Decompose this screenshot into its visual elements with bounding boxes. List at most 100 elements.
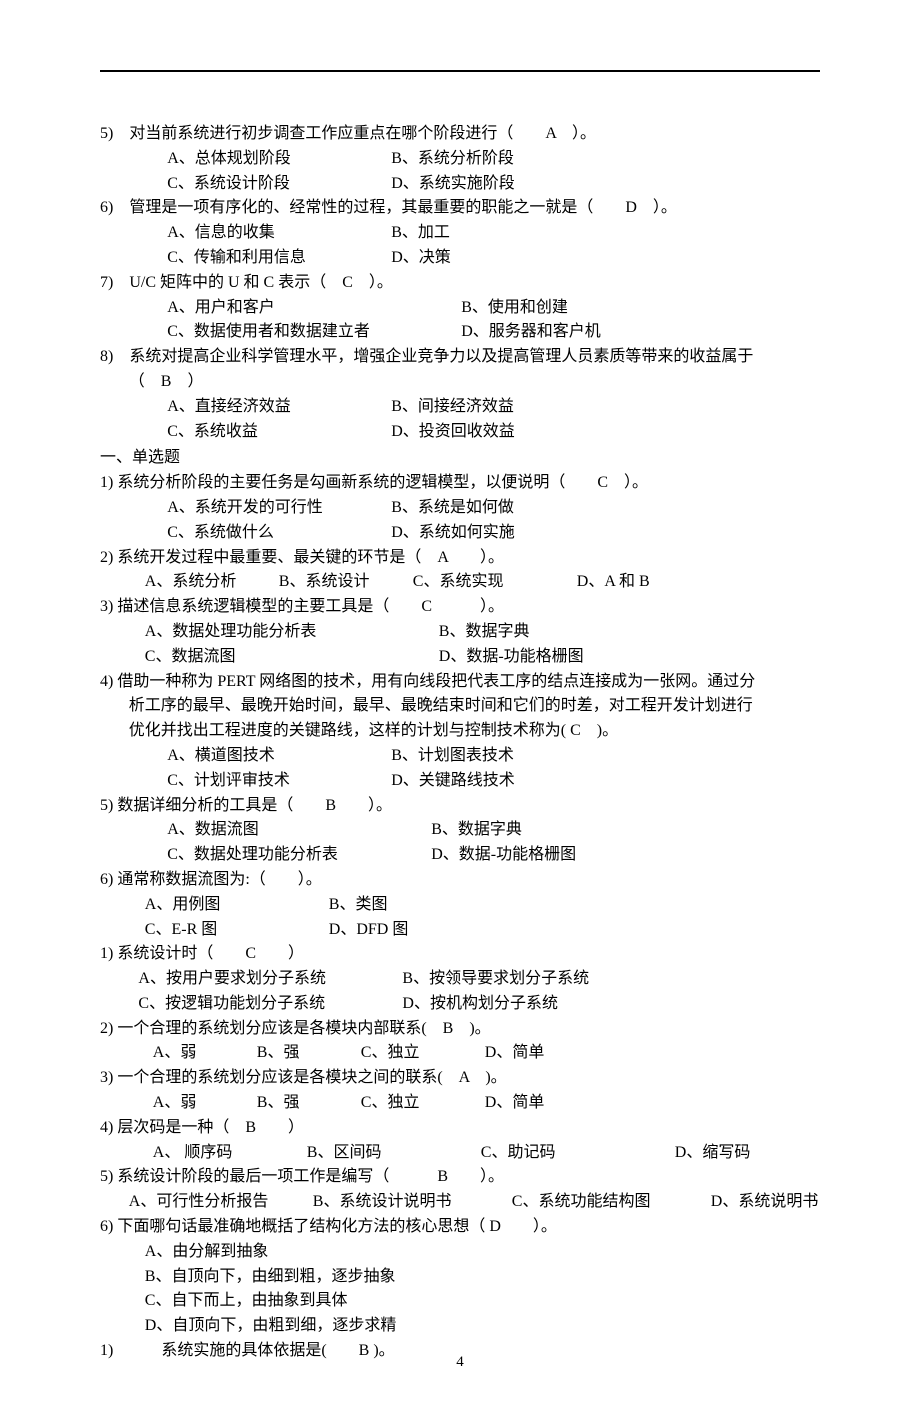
- option-row: A、系统开发的可行性 B、系统是如何做: [100, 496, 820, 521]
- question: 2) 系统开发过程中最重要、最关键的环节是（ A ）。: [100, 546, 820, 571]
- opt-c: C、自下而上，由抽象到具体: [145, 1292, 348, 1309]
- option-row: C、按逻辑功能划分子系统 D、按机构划分子系统: [100, 992, 820, 1017]
- question: 5) 系统设计阶段的最后一项工作是编写（ B ）。: [100, 1165, 820, 1190]
- opt-d: D、关键路线技术: [391, 772, 515, 789]
- option-row: A、信息的收集 B、加工: [100, 221, 820, 246]
- opt-b: B、自顶向下，由细到粗，逐步抽象: [145, 1268, 396, 1285]
- opt-d: D、系统说明书: [711, 1193, 819, 1210]
- opt-a: A、按用户要求划分子系统: [138, 967, 398, 992]
- opt-a: A、信息的收集: [167, 221, 387, 246]
- opt-d: D、系统如何实施: [391, 524, 515, 541]
- question: 3) 描述信息系统逻辑模型的主要工具是（ C ）。: [100, 595, 820, 620]
- option-row: D、自顶向下，由粗到细，逐步求精: [100, 1314, 820, 1339]
- opt-a: A、由分解到抽象: [145, 1243, 269, 1260]
- opt-b: B、系统分析阶段: [391, 150, 514, 167]
- option-row: C、数据处理功能分析表 D、数据-功能格栅图: [100, 843, 820, 868]
- option-row: A、按用户要求划分子系统 B、按领导要求划分子系统: [100, 967, 820, 992]
- page-number: 4: [0, 1351, 920, 1374]
- option-row: C、传输和利用信息 D、决策: [100, 246, 820, 271]
- opt-c: C、传输和利用信息: [167, 246, 387, 271]
- top-rule: [100, 70, 820, 72]
- opt-a: A、总体规划阶段: [167, 147, 387, 172]
- option-row: A、数据流图 B、数据字典: [100, 818, 820, 843]
- opt-a: A、直接经济效益: [167, 395, 387, 420]
- option-row: A、由分解到抽象: [100, 1240, 820, 1265]
- opt-c: C、系统实现: [413, 570, 573, 595]
- opt-b: B、数据字典: [431, 821, 522, 838]
- opt-b: B、间接经济效益: [391, 398, 514, 415]
- option-row: A、用户和客户 B、使用和创建: [100, 296, 820, 321]
- opt-a: A、系统分析: [145, 570, 275, 595]
- opt-c: C、E-R 图: [145, 918, 325, 943]
- opt-a: A、系统开发的可行性: [167, 496, 387, 521]
- opt-a: A、弱: [153, 1041, 253, 1066]
- option-row: A、 顺序码 B、区间码 C、助记码 D、缩写码: [100, 1141, 820, 1166]
- opt-d: D、数据-功能格栅图: [431, 846, 576, 863]
- opt-a: A、弱: [153, 1091, 253, 1116]
- option-row: C、计划评审技术 D、关键路线技术: [100, 769, 820, 794]
- question: 5) 对当前系统进行初步调查工作应重点在哪个阶段进行（ A ）。: [100, 122, 820, 147]
- option-row: A、弱 B、强 C、独立 D、简单: [100, 1091, 820, 1116]
- opt-c: C、系统收益: [167, 420, 387, 445]
- question: 5) 数据详细分析的工具是（ B ）。: [100, 794, 820, 819]
- opt-c: C、数据流图: [145, 645, 435, 670]
- question: 1) 系统分析阶段的主要任务是勾画新系统的逻辑模型，以便说明（ C ）。: [100, 471, 820, 496]
- opt-b: B、强: [257, 1091, 357, 1116]
- opt-d: D、自顶向下，由粗到细，逐步求精: [145, 1317, 397, 1334]
- opt-c: C、计划评审技术: [167, 769, 387, 794]
- question: 4) 层次码是一种（ B ）: [100, 1116, 820, 1141]
- document-page: 5) 对当前系统进行初步调查工作应重点在哪个阶段进行（ A ）。 A、总体规划阶…: [0, 0, 920, 1404]
- opt-c: C、独立: [361, 1091, 481, 1116]
- option-row: C、系统做什么 D、系统如何实施: [100, 521, 820, 546]
- opt-d: D、数据-功能格栅图: [439, 648, 584, 665]
- opt-b: B、系统设计: [279, 570, 409, 595]
- question: 1) 系统设计时（ C ）: [100, 942, 820, 967]
- section-heading: 一、单选题: [100, 446, 820, 471]
- option-row: A、系统分析 B、系统设计 C、系统实现 D、A 和 B: [100, 570, 820, 595]
- opt-c: C、系统做什么: [167, 521, 387, 546]
- opt-d: D、A 和 B: [577, 573, 650, 590]
- option-row: A、总体规划阶段 B、系统分析阶段: [100, 147, 820, 172]
- option-row: C、系统收益 D、投资回收效益: [100, 420, 820, 445]
- opt-b: B、使用和创建: [461, 299, 568, 316]
- opt-d: D、缩写码: [675, 1144, 751, 1161]
- opt-b: B、区间码: [307, 1141, 477, 1166]
- option-row: B、自顶向下，由细到粗，逐步抽象: [100, 1265, 820, 1290]
- opt-a: A、用户和客户: [167, 296, 457, 321]
- opt-a: A、数据处理功能分析表: [145, 620, 435, 645]
- opt-c: C、独立: [361, 1041, 481, 1066]
- opt-c: C、系统功能结构图: [512, 1190, 707, 1215]
- option-row: A、数据处理功能分析表 B、数据字典: [100, 620, 820, 645]
- option-row: C、E-R 图 D、DFD 图: [100, 918, 820, 943]
- option-row: C、数据使用者和数据建立者 D、服务器和客户机: [100, 320, 820, 345]
- question: 3) 一个合理的系统划分应该是各模块之间的联系( A )。: [100, 1066, 820, 1091]
- opt-d: D、DFD 图: [329, 921, 409, 938]
- opt-d: D、简单: [485, 1094, 545, 1111]
- opt-d: D、系统实施阶段: [391, 175, 515, 192]
- option-row: C、系统设计阶段 D、系统实施阶段: [100, 172, 820, 197]
- opt-d: D、决策: [391, 249, 451, 266]
- question: 2) 一个合理的系统划分应该是各模块内部联系( B )。: [100, 1017, 820, 1042]
- question: 6) 通常称数据流图为:（ ）。: [100, 868, 820, 893]
- opt-b: B、系统是如何做: [391, 499, 514, 516]
- opt-d: D、按机构划分子系统: [402, 995, 558, 1012]
- opt-c: C、助记码: [481, 1141, 671, 1166]
- option-row: C、数据流图 D、数据-功能格栅图: [100, 645, 820, 670]
- question: 7) U/C 矩阵中的 U 和 C 表示（ C ）。: [100, 271, 820, 296]
- opt-b: B、加工: [391, 224, 450, 241]
- option-row: A、横道图技术 B、计划图表技术: [100, 744, 820, 769]
- opt-b: B、计划图表技术: [391, 747, 514, 764]
- option-row: A、直接经济效益 B、间接经济效益: [100, 395, 820, 420]
- option-row: A、弱 B、强 C、独立 D、简单: [100, 1041, 820, 1066]
- question: 8) 系统对提高企业科学管理水平，增强企业竞争力以及提高管理人员素质等带来的收益…: [100, 345, 820, 370]
- opt-b: B、系统设计说明书: [313, 1190, 508, 1215]
- question-cont: （ B ）: [100, 370, 820, 395]
- opt-d: D、简单: [485, 1044, 545, 1061]
- option-row: A、用例图 B、类图: [100, 893, 820, 918]
- opt-a: A、用例图: [145, 893, 325, 918]
- question: 4) 借助一种称为 PERT 网络图的技术，用有向线段把代表工序的结点连接成为一…: [100, 670, 820, 695]
- option-row: A、可行性分析报告 B、系统设计说明书 C、系统功能结构图 D、系统说明书: [100, 1190, 820, 1215]
- opt-d: D、服务器和客户机: [461, 323, 601, 340]
- opt-b: B、数据字典: [439, 623, 530, 640]
- opt-a: A、 顺序码: [153, 1141, 303, 1166]
